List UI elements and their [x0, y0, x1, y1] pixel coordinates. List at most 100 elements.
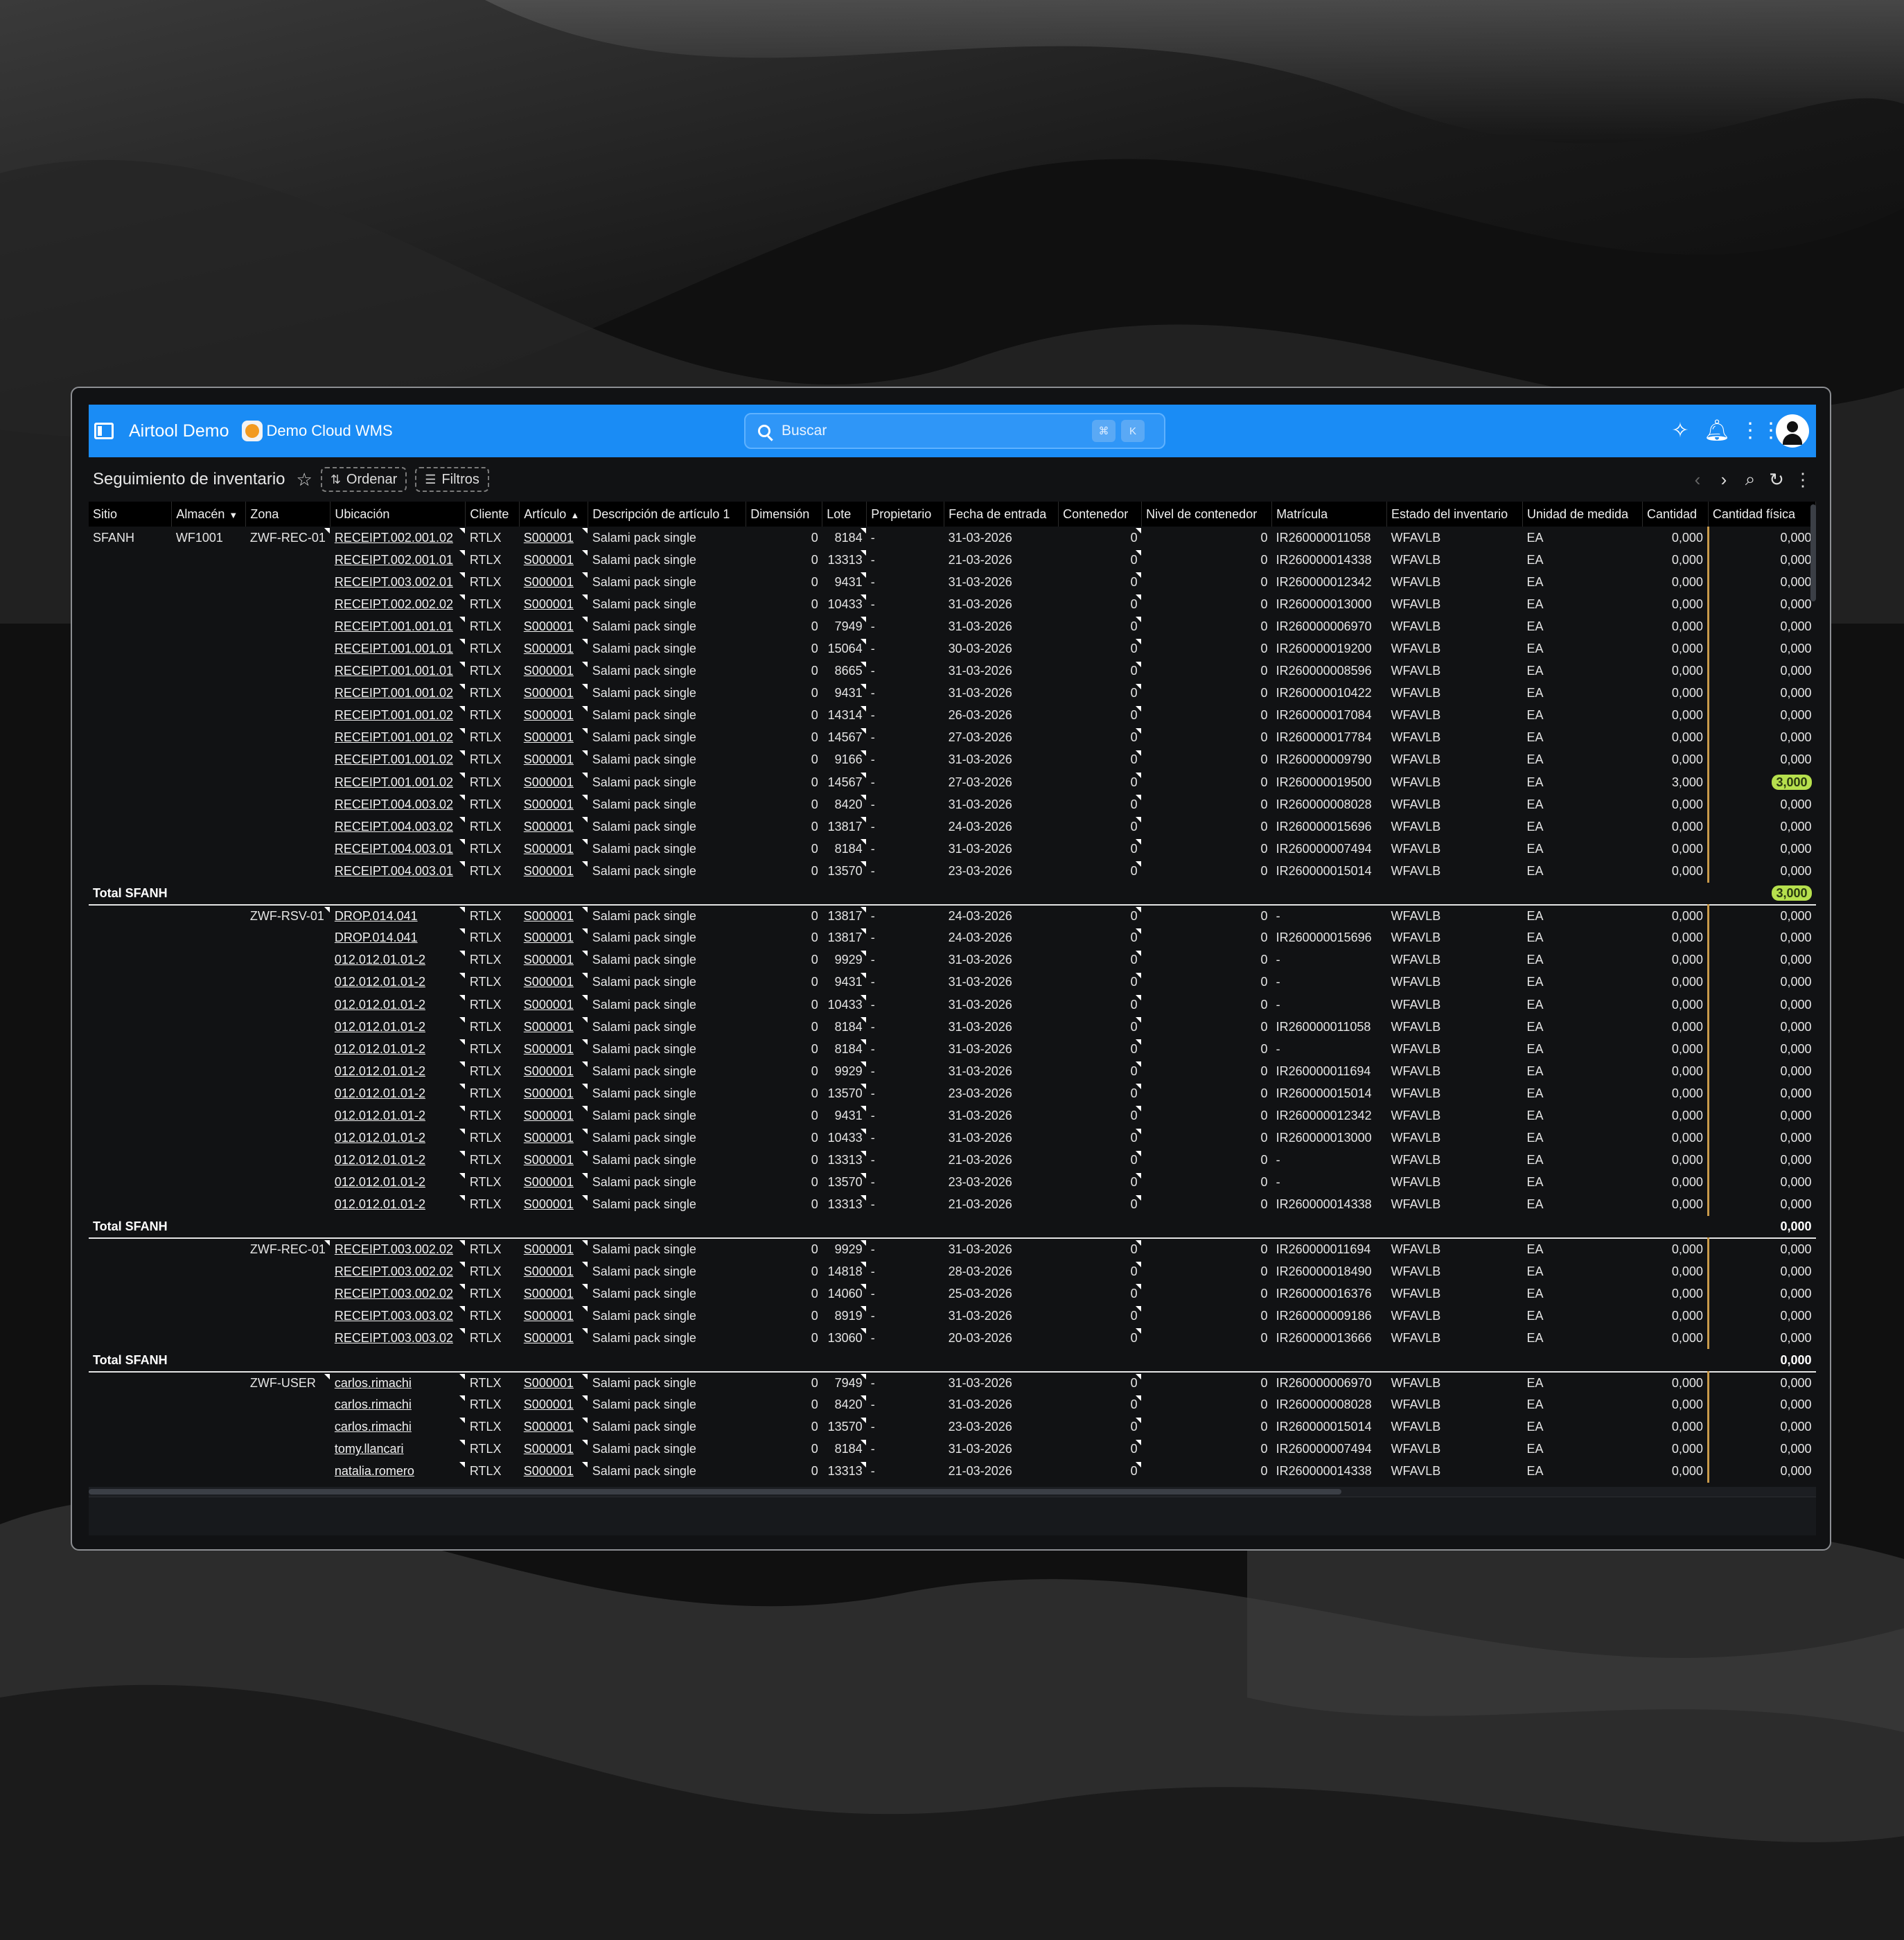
cell-ubicacion[interactable]: 012.012.01.01-2 [330, 1127, 466, 1149]
cell-articulo[interactable]: S000001 [520, 949, 588, 971]
cell-articulo[interactable]: S000001 [520, 660, 588, 682]
cell-ubicacion[interactable]: 012.012.01.01-2 [330, 1060, 466, 1082]
cell-ubicacion[interactable]: 012.012.01.01-2 [330, 1194, 466, 1216]
cell-ubicacion[interactable]: RECEIPT.001.001.02 [330, 749, 466, 771]
column-header[interactable]: Estado del inventario [1386, 502, 1523, 527]
column-header[interactable]: Cliente [465, 502, 520, 527]
cell-articulo[interactable]: S000001 [520, 1127, 588, 1149]
cell-articulo[interactable]: S000001 [520, 749, 588, 771]
cell-ubicacion[interactable]: 012.012.01.01-2 [330, 949, 466, 971]
cell-articulo[interactable]: S000001 [520, 815, 588, 838]
cell-ubicacion[interactable]: DROP.014.041 [330, 927, 466, 949]
table-search-icon[interactable]: ⌕ [1741, 468, 1759, 491]
cell-articulo[interactable]: S000001 [520, 1104, 588, 1127]
column-header[interactable]: Cantidad [1642, 502, 1709, 527]
column-header[interactable]: Propietario [866, 502, 945, 527]
cell-articulo[interactable]: S000001 [520, 1260, 588, 1282]
favorite-star-icon[interactable]: ☆ [297, 469, 312, 491]
cell-ubicacion[interactable]: RECEIPT.001.001.01 [330, 615, 466, 637]
cell-ubicacion[interactable]: RECEIPT.002.002.02 [330, 593, 466, 615]
search-input[interactable] [782, 423, 1086, 439]
cell-ubicacion[interactable]: carlos.rimachi [330, 1394, 466, 1416]
user-avatar[interactable] [1776, 414, 1809, 448]
cell-ubicacion[interactable]: RECEIPT.003.003.02 [330, 1327, 466, 1349]
cell-ubicacion[interactable]: natalia.romero [330, 1461, 466, 1483]
cell-articulo[interactable]: S000001 [520, 637, 588, 660]
cell-ubicacion[interactable]: DROP.014.041 [330, 905, 466, 927]
cell-ubicacion[interactable]: 012.012.01.01-2 [330, 1038, 466, 1060]
column-header[interactable]: Zona [245, 502, 331, 527]
apps-grid-icon[interactable]: ⋮⋮⋮ [1740, 418, 1802, 443]
cell-articulo[interactable]: S000001 [520, 793, 588, 815]
previous-page-icon[interactable]: ‹ [1689, 469, 1707, 491]
cell-ubicacion[interactable]: RECEIPT.001.001.01 [330, 637, 466, 660]
cell-ubicacion[interactable]: carlos.rimachi [330, 1416, 466, 1438]
cell-ubicacion[interactable]: RECEIPT.003.002.02 [330, 1238, 466, 1260]
scrollbar-thumb[interactable] [89, 1489, 1341, 1494]
cell-articulo[interactable]: S000001 [520, 1416, 588, 1438]
cell-articulo[interactable]: S000001 [520, 593, 588, 615]
column-header[interactable]: Unidad de medida [1522, 502, 1643, 527]
cell-articulo[interactable]: S000001 [520, 1172, 588, 1194]
cell-articulo[interactable]: S000001 [520, 1060, 588, 1082]
cell-articulo[interactable]: S000001 [520, 1461, 588, 1483]
cell-ubicacion[interactable]: RECEIPT.002.001.01 [330, 549, 466, 571]
sort-button[interactable]: ⇅ Ordenar [320, 467, 407, 492]
cell-articulo[interactable]: S000001 [520, 1394, 588, 1416]
column-header[interactable]: Artículo ▲ [519, 502, 589, 527]
cell-articulo[interactable]: S000001 [520, 771, 588, 793]
cell-ubicacion[interactable]: RECEIPT.003.003.02 [330, 1305, 466, 1327]
cell-articulo[interactable]: S000001 [520, 1372, 588, 1394]
cell-ubicacion[interactable]: RECEIPT.002.001.02 [330, 527, 466, 549]
vertical-scrollbar[interactable] [1810, 504, 1816, 601]
sidebar-toggle-icon[interactable] [94, 423, 114, 439]
column-header[interactable]: Matrícula [1271, 502, 1388, 527]
cell-ubicacion[interactable]: 012.012.01.01-2 [330, 1082, 466, 1104]
cell-articulo[interactable]: S000001 [520, 1082, 588, 1104]
cell-ubicacion[interactable]: 012.012.01.01-2 [330, 994, 466, 1016]
cell-ubicacion[interactable]: RECEIPT.001.001.02 [330, 682, 466, 705]
cell-ubicacion[interactable]: RECEIPT.001.001.02 [330, 727, 466, 749]
cell-articulo[interactable]: S000001 [520, 1016, 588, 1038]
column-header[interactable]: Almacén ▼ [171, 502, 247, 527]
cell-ubicacion[interactable]: RECEIPT.001.001.02 [330, 705, 466, 727]
cell-ubicacion[interactable]: 012.012.01.01-2 [330, 1104, 466, 1127]
column-header[interactable]: Fecha de entrada [944, 502, 1059, 527]
cell-ubicacion[interactable]: RECEIPT.004.003.01 [330, 860, 466, 882]
cell-articulo[interactable]: S000001 [520, 527, 588, 549]
notifications-bell-icon[interactable]: 🔔︎ [1704, 418, 1730, 443]
cell-articulo[interactable]: S000001 [520, 615, 588, 637]
cell-ubicacion[interactable]: RECEIPT.004.003.02 [330, 815, 466, 838]
ai-sparkle-icon[interactable]: ✧ [1668, 418, 1693, 443]
column-header[interactable]: Dimensión [746, 502, 823, 527]
cell-articulo[interactable]: S000001 [520, 1305, 588, 1327]
cell-articulo[interactable]: S000001 [520, 1038, 588, 1060]
cell-ubicacion[interactable]: RECEIPT.004.003.02 [330, 793, 466, 815]
sort-desc-icon[interactable]: ▼ [229, 510, 238, 520]
refresh-icon[interactable]: ↻ [1768, 469, 1786, 491]
cell-ubicacion[interactable]: RECEIPT.001.001.01 [330, 660, 466, 682]
cell-ubicacion[interactable]: 012.012.01.01-2 [330, 1149, 466, 1172]
cell-articulo[interactable]: S000001 [520, 1282, 588, 1305]
column-header[interactable]: Descripción de artículo 1 [588, 502, 747, 527]
cell-articulo[interactable]: S000001 [520, 971, 588, 994]
cell-ubicacion[interactable]: carlos.rimachi [330, 1372, 466, 1394]
cell-ubicacion[interactable]: RECEIPT.004.003.01 [330, 838, 466, 860]
column-header[interactable]: Cantidad física [1708, 502, 1816, 527]
column-header[interactable]: Nivel de contenedor [1141, 502, 1273, 527]
cell-articulo[interactable]: S000001 [520, 705, 588, 727]
cell-ubicacion[interactable]: RECEIPT.003.002.02 [330, 1260, 466, 1282]
cell-ubicacion[interactable]: tomy.llancari [330, 1438, 466, 1461]
cell-articulo[interactable]: S000001 [520, 682, 588, 705]
cell-articulo[interactable]: S000001 [520, 549, 588, 571]
cell-ubicacion[interactable]: 012.012.01.01-2 [330, 1172, 466, 1194]
environment-name[interactable]: Demo Cloud WMS [267, 422, 393, 440]
cell-articulo[interactable]: S000001 [520, 994, 588, 1016]
column-header[interactable]: Lote [822, 502, 867, 527]
column-header[interactable]: Ubicación [330, 502, 466, 527]
sort-asc-icon[interactable]: ▲ [570, 510, 579, 520]
cell-ubicacion[interactable]: RECEIPT.003.002.02 [330, 1282, 466, 1305]
column-header[interactable]: Sitio [89, 502, 173, 527]
global-search[interactable]: ⌘ K [744, 413, 1165, 449]
cell-articulo[interactable]: S000001 [520, 571, 588, 593]
